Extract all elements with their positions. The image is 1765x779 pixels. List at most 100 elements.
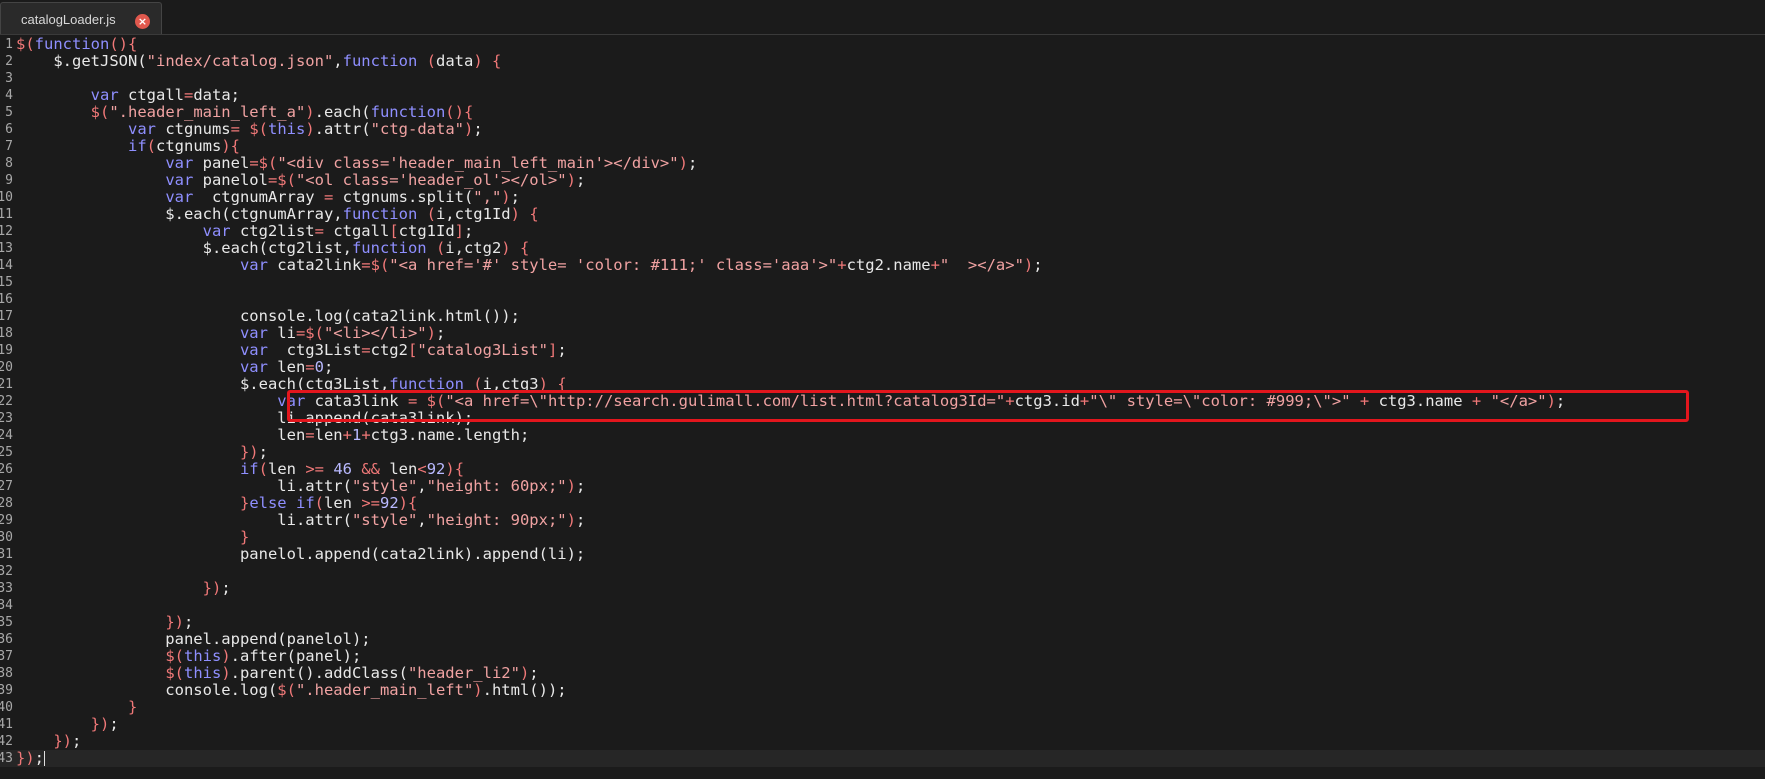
code-line[interactable]: 4 var ctgall=data; [0,87,1765,104]
code-line[interactable]: 41 }); [0,716,1765,733]
line-text[interactable]: li.append(cata3link); [16,410,473,427]
code-line[interactable]: 11 $.each(ctgnumArray,function (i,ctg1Id… [0,206,1765,223]
line-number: 18 [0,326,13,341]
code-line[interactable]: 18 var li=$("<li></li>"); [0,325,1765,342]
line-text[interactable]: $(this).parent().addClass("header_li2"); [16,665,538,682]
code-line[interactable]: 16 [0,291,1765,308]
code-line[interactable]: 31 panelol.append(cata2link).append(li); [0,546,1765,563]
code-line[interactable]: 36 panel.append(panelol); [0,631,1765,648]
line-text[interactable]: $.each(ctg3List,function (i,ctg3) { [16,376,567,393]
line-number: 16 [0,292,13,307]
line-number: 13 [0,241,13,256]
line-number: 29 [0,513,13,528]
line-number: 40 [0,700,13,715]
line-number: 10 [0,190,13,205]
code-line[interactable]: 33 }); [0,580,1765,597]
line-text[interactable]: li.attr("style","height: 60px;"); [16,478,585,495]
line-number: 8 [5,156,13,171]
code-line[interactable]: 26 if(len >= 46 && len<92){ [0,461,1765,478]
line-text[interactable]: }); [16,580,231,597]
code-line[interactable]: 17 console.log(cata2link.html()); [0,308,1765,325]
code-line[interactable]: 34 [0,597,1765,614]
line-text[interactable]: }); [16,444,268,461]
tab-label: catalogLoader.js [21,12,116,27]
line-text[interactable]: var ctgnumArray = ctgnums.split(","); [16,189,520,206]
code-line[interactable]: 29 li.attr("style","height: 90px;"); [0,512,1765,529]
code-line[interactable]: 12 var ctg2list= ctgall[ctg1Id]; [0,223,1765,240]
code-line[interactable]: 1 $(function(){ [0,36,1765,53]
line-text[interactable]: $.getJSON("index/catalog.json",function … [16,53,501,70]
line-text[interactable]: $(".header_main_left_a").each(function()… [16,104,474,121]
code-line[interactable]: 10 var ctgnumArray = ctgnums.split(","); [0,189,1765,206]
code-line[interactable]: 5 $(".header_main_left_a").each(function… [0,104,1765,121]
line-text[interactable]: li.attr("style","height: 90px;"); [16,512,585,529]
line-text[interactable]: }else if(len >=92){ [16,495,417,512]
line-text[interactable]: var ctg2list= ctgall[ctg1Id]; [16,223,474,240]
line-text[interactable]: if(len >= 46 && len<92){ [16,461,464,478]
file-tab[interactable]: catalogLoader.js × [0,2,162,34]
line-text[interactable]: $.each(ctg2list,function (i,ctg2) { [16,240,530,257]
line-number: 4 [5,88,13,103]
line-text[interactable]: var ctg3List=ctg2["catalog3List"]; [16,342,567,359]
code-line[interactable]: 15 [0,274,1765,291]
close-icon[interactable]: × [135,14,150,29]
line-number: 19 [0,343,13,358]
code-line[interactable]: 14 var cata2link=$("<a href='#' style= '… [0,257,1765,274]
line-text[interactable]: } [16,529,249,546]
code-line[interactable]: 13 $.each(ctg2list,function (i,ctg2) { [0,240,1765,257]
line-number: 32 [0,564,13,579]
code-area[interactable]: 1 $(function(){2 $.getJSON("index/catalog… [0,36,1765,779]
line-text[interactable]: } [16,699,137,716]
code-line[interactable]: 8 var panel=$("<div class='header_main_l… [0,155,1765,172]
code-line[interactable]: 9 var panelol=$("<ol class='header_ol'><… [0,172,1765,189]
code-line[interactable]: 40 } [0,699,1765,716]
code-line[interactable]: 38 $(this).parent().addClass("header_li2… [0,665,1765,682]
code-line[interactable]: 19 var ctg3List=ctg2["catalog3List"]; [0,342,1765,359]
code-line[interactable]: 28 }else if(len >=92){ [0,495,1765,512]
line-text[interactable]: console.log($(".header_main_left").html(… [16,682,566,699]
line-text[interactable]: len=len+1+ctg3.name.length; [16,427,529,444]
line-text[interactable]: }); [16,733,81,750]
line-text[interactable]: panel.append(panelol); [16,631,370,648]
code-line[interactable]: 2 $.getJSON("index/catalog.json",functio… [0,53,1765,70]
line-text[interactable]: $(function(){ [16,36,137,53]
code-line[interactable]: 20 var len=0; [0,359,1765,376]
code-line[interactable]: 27 li.attr("style","height: 60px;"); [0,478,1765,495]
text-cursor [44,751,46,766]
line-text[interactable]: $(this).after(panel); [16,648,361,665]
code-line[interactable]: 7 if(ctgnums){ [0,138,1765,155]
code-line[interactable]: 22 var cata3link = $("<a href=\"http://s… [0,393,1765,410]
code-line[interactable]: 21 $.each(ctg3List,function (i,ctg3) { [0,376,1765,393]
line-text[interactable]: var ctgnums= $(this).attr("ctg-data"); [16,121,483,138]
code-editor[interactable]: 1 $(function(){2 $.getJSON("index/catalog… [0,36,1765,779]
code-line[interactable]: 32 [0,563,1765,580]
code-line[interactable]: 30 } [0,529,1765,546]
code-line[interactable]: 24 len=len+1+ctg3.name.length; [0,427,1765,444]
line-text[interactable]: }); [16,716,119,733]
code-line[interactable]: 3 [0,70,1765,87]
line-text[interactable]: var cata2link=$("<a href='#' style= 'col… [16,257,1043,274]
line-text[interactable]: console.log(cata2link.html()); [16,308,520,325]
line-text[interactable]: panelol.append(cata2link).append(li); [16,546,585,563]
line-text[interactable]: $.each(ctgnumArray,function (i,ctg1Id) { [16,206,538,223]
line-number: 7 [5,139,13,154]
line-text[interactable]: var panelol=$("<ol class='header_ol'></o… [16,172,585,189]
line-number: 26 [0,462,13,477]
line-text[interactable]: var li=$("<li></li>"); [16,325,445,342]
line-text[interactable]: }); [16,614,193,631]
code-line[interactable]: 39 console.log($(".header_main_left").ht… [0,682,1765,699]
code-line[interactable]: 35 }); [0,614,1765,631]
line-number: 21 [0,377,13,392]
code-line[interactable]: 42 }); [0,733,1765,750]
line-text[interactable]: if(ctgnums){ [16,138,240,155]
line-text[interactable]: var ctgall=data; [16,87,240,104]
line-text[interactable]: var cata3link = $("<a href=\"http://sear… [16,393,1565,410]
line-text[interactable]: var len=0; [16,359,333,376]
code-line[interactable]: 6 var ctgnums= $(this).attr("ctg-data"); [0,121,1765,138]
code-line[interactable]: 25 }); [0,444,1765,461]
code-line[interactable]: 23 li.append(cata3link); [0,410,1765,427]
line-text[interactable]: }); [16,750,46,767]
code-line[interactable]: 43}); [0,750,1765,767]
line-text[interactable]: var panel=$("<div class='header_main_lef… [16,155,697,172]
code-line[interactable]: 37 $(this).after(panel); [0,648,1765,665]
